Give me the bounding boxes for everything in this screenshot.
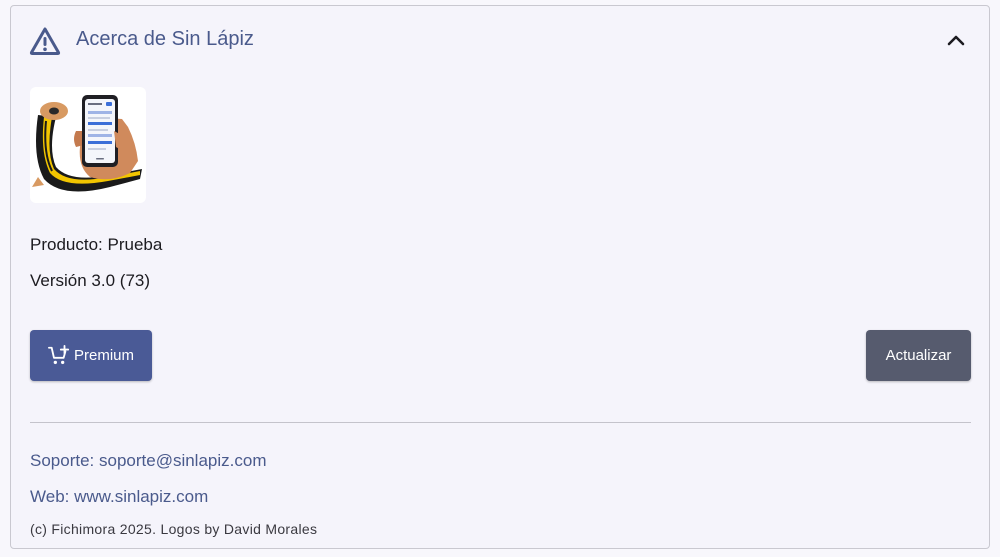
chevron-up-icon[interactable] bbox=[943, 28, 969, 54]
web-link[interactable]: Web: www.sinlapiz.com bbox=[30, 487, 208, 507]
page-title: Acerca de Sin Lápiz bbox=[76, 28, 254, 50]
support-link[interactable]: Soporte: soporte@sinlapiz.com bbox=[30, 451, 266, 471]
copyright-text: (c) Fichimora 2025. Logos by David Moral… bbox=[30, 521, 318, 537]
about-card: Acerca de Sin Lápiz Producto: Prueba Ver… bbox=[10, 5, 990, 549]
premium-button-label: Premium bbox=[73, 347, 134, 364]
update-button[interactable]: Actualizar bbox=[866, 330, 971, 381]
card-header[interactable]: Acerca de Sin Lápiz bbox=[11, 6, 989, 76]
product-label: Producto: Prueba bbox=[30, 235, 163, 254]
cart-plus-icon bbox=[47, 344, 70, 364]
premium-button[interactable]: Premium bbox=[30, 330, 152, 381]
update-button-label: Actualizar bbox=[885, 347, 952, 364]
pencil-phone-logo-image bbox=[32, 95, 142, 192]
divider bbox=[30, 422, 971, 423]
app-logo bbox=[30, 87, 146, 203]
version-label: Versión 3.0 (73) bbox=[30, 271, 151, 290]
warning-triangle-icon bbox=[29, 27, 61, 55]
